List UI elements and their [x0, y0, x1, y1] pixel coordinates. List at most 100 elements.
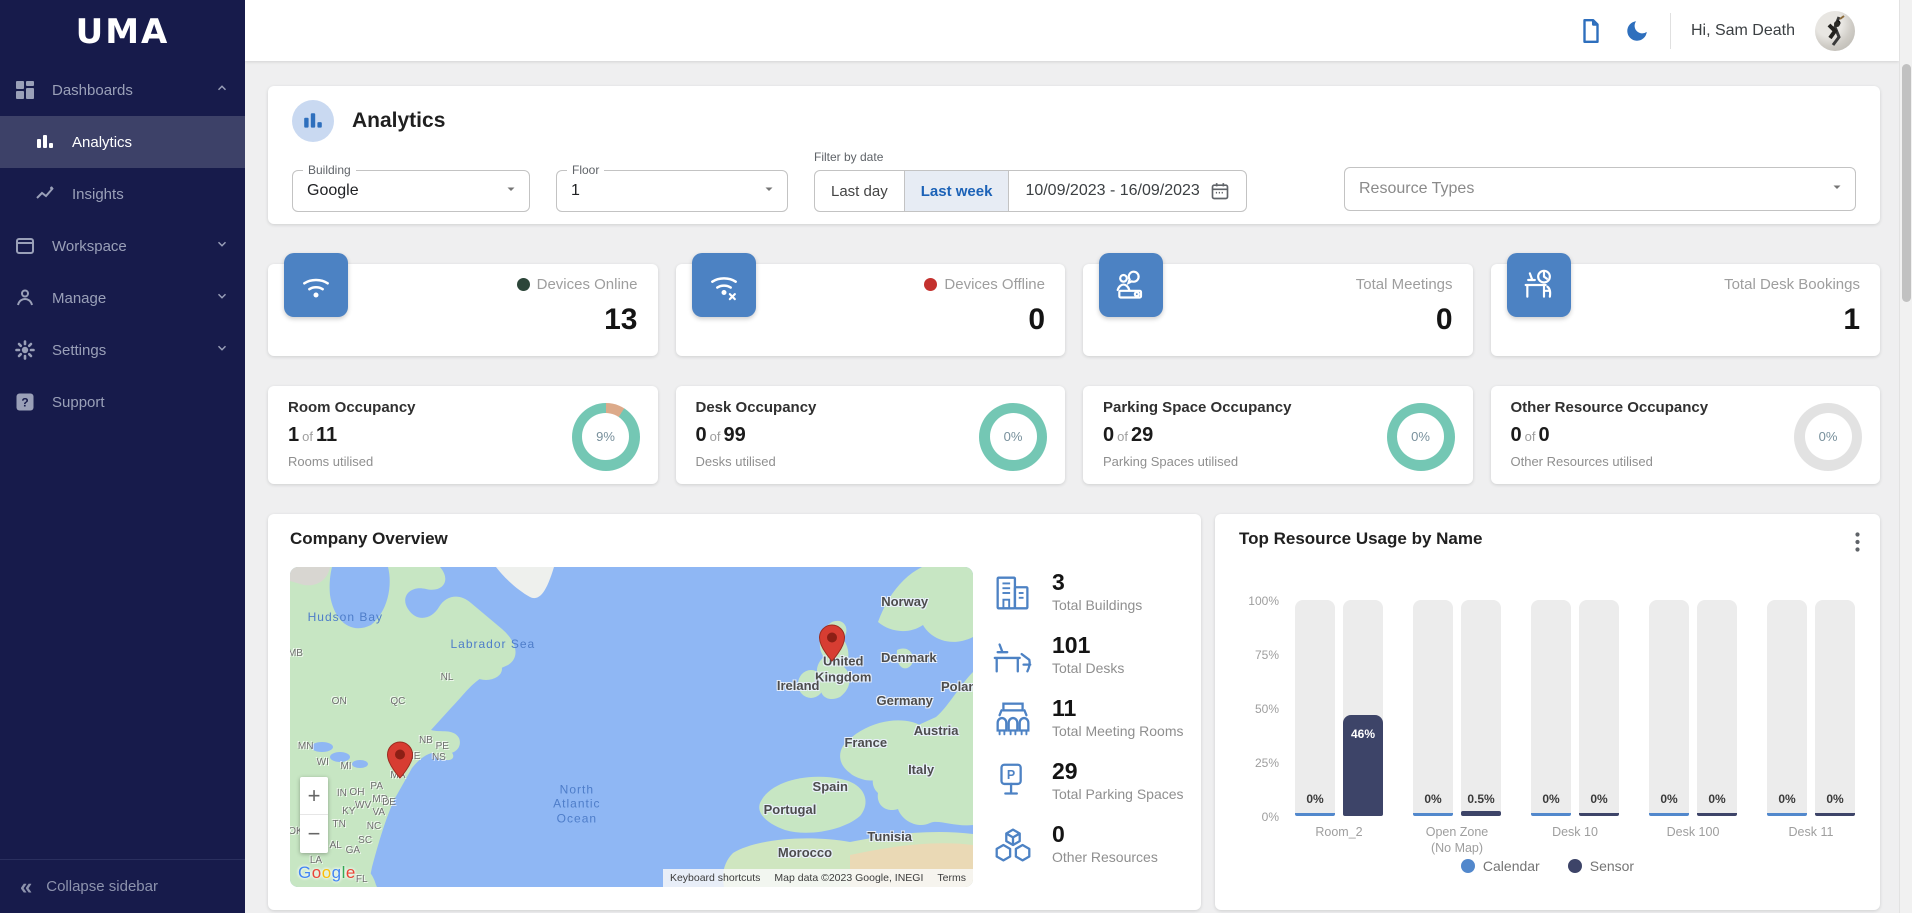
total-meetings-card: Total Meetings 0 — [1083, 253, 1473, 356]
sidebar-item-insights[interactable]: Insights — [0, 168, 245, 220]
bar-baseline — [1461, 813, 1501, 816]
last-week-button[interactable]: Last week — [903, 171, 1010, 211]
uma-logo: UMA — [75, 12, 170, 52]
keyboard-shortcuts-link[interactable]: Keyboard shortcuts — [662, 869, 768, 887]
page-scrollbar[interactable] — [1899, 0, 1912, 913]
stat-label: Devices Offline — [944, 276, 1045, 293]
bar-track: 0% — [1413, 600, 1453, 816]
parking-icon: P — [990, 759, 1036, 805]
world-map[interactable]: Hudson Bay Labrador Sea North Atlantic Ocean… — [290, 567, 973, 887]
chevron-down-icon — [763, 182, 775, 200]
scrollbar-thumb[interactable] — [1902, 64, 1911, 302]
bar-value-label: 0% — [1590, 792, 1608, 806]
bar-track: 0% — [1815, 600, 1855, 816]
floor-select[interactable]: Floor 1 — [556, 163, 788, 212]
topbar: Hi, Sam Death — [245, 0, 1899, 61]
analytics-filter-card: Analytics Building Google Floor 1 Filter… — [268, 86, 1880, 224]
y-tick: 75% — [1254, 648, 1279, 662]
y-tick: 50% — [1254, 702, 1279, 716]
sidebar-item-label: Workspace — [52, 237, 127, 255]
x-axis-category-label: Desk 100 — [1666, 825, 1720, 839]
resource-types-select[interactable]: Resource Types — [1344, 167, 1856, 211]
stat-label: Total Desks — [1052, 660, 1125, 677]
meeting-icon — [1099, 253, 1163, 317]
x-axis-category-label: Desk 11 — [1788, 825, 1834, 839]
collapse-sidebar-button[interactable]: « Collapse sidebar — [0, 859, 245, 913]
sidebar-item-workspace[interactable]: Workspace — [0, 220, 245, 272]
svg-text:?: ? — [21, 396, 28, 410]
page-title: Analytics — [352, 109, 446, 132]
y-tick: 0% — [1261, 810, 1279, 824]
sidebar-item-support[interactable]: ? Support — [0, 376, 245, 428]
stat-label: Total Meeting Rooms — [1052, 723, 1184, 740]
bar-baseline — [1531, 813, 1571, 816]
kebab-menu-icon[interactable] — [1851, 528, 1864, 561]
bar-track: 0% — [1649, 600, 1689, 816]
legend-item-calendar[interactable]: Calendar — [1460, 858, 1540, 874]
legend-item-sensor[interactable]: Sensor — [1567, 858, 1634, 874]
legend-dot — [1567, 859, 1582, 873]
bar-value-label: 0% — [1826, 792, 1844, 806]
building-select[interactable]: Building Google — [292, 163, 530, 212]
bar-baseline — [1413, 813, 1453, 816]
parking-occupancy-card: Parking Space Occupancy 0 of 29 Parking Sp… — [1083, 386, 1473, 484]
zoom-out-button[interactable]: − — [300, 815, 328, 853]
y-axis: 100% 75% 50% 25% 0% — [1239, 594, 1279, 824]
sidebar: UMA Dashboards Analytics Insights Worksp… — [0, 0, 245, 913]
date-filter-group: Filter by date Last day Last week 10/09/… — [814, 150, 1247, 212]
help-icon: ? — [14, 391, 36, 413]
bar-value-label: 0% — [1660, 792, 1678, 806]
map-pin-uk[interactable] — [819, 624, 846, 662]
date-filter-segmented: Last day Last week 10/09/2023 - 16/09/20… — [814, 170, 1247, 212]
device-stats-row: Devices Online 13 Devices Offline 0 Tota… — [268, 253, 1880, 356]
date-range-picker[interactable]: 10/09/2023 - 16/09/2023 — [1009, 171, 1245, 211]
chart-legend: Calendar Sensor — [1239, 858, 1856, 874]
occupancy-total: 29 — [1130, 424, 1154, 446]
bar-baseline — [1295, 813, 1335, 816]
other-resource-occupancy-card: Other Resource Occupancy 0 of 0 Other Reso… — [1490, 386, 1880, 484]
bar-baseline — [1697, 813, 1737, 816]
of-word: of — [1524, 429, 1536, 444]
bar-track: 0% — [1697, 600, 1737, 816]
calendar-icon — [1210, 181, 1230, 201]
manage-icon — [14, 287, 36, 309]
moon-icon[interactable] — [1624, 18, 1650, 44]
sidebar-item-manage[interactable]: Manage — [0, 272, 245, 324]
terms-link[interactable]: Terms — [930, 869, 973, 887]
room-occupancy-card: Room Occupancy 1 of 11 Rooms utilised 9% — [268, 386, 658, 484]
date-range-value: 10/09/2023 - 16/09/2023 — [1025, 182, 1200, 199]
last-day-button[interactable]: Last day — [815, 171, 904, 211]
occupancy-donut: 0% — [979, 402, 1047, 471]
company-overview-card: Company Overview Hudson Bay Labrador Sea… — [268, 514, 1201, 910]
list-item-parking: P 29 Total Parking Spaces — [990, 759, 1195, 805]
list-item-desks: 101 Total Desks — [990, 633, 1195, 679]
sidebar-item-settings[interactable]: Settings — [0, 324, 245, 376]
bar-value-label: 0% — [1542, 792, 1560, 806]
occupancy-title: Other Resource Occupancy — [1510, 399, 1709, 416]
floor-select-label: Floor — [567, 163, 605, 177]
y-tick: 100% — [1248, 594, 1279, 608]
map-pin-us[interactable] — [386, 741, 413, 779]
sidebar-item-dashboards[interactable]: Dashboards — [0, 64, 245, 116]
google-logo[interactable]: Google — [298, 863, 356, 883]
date-filter-label: Filter by date — [814, 150, 884, 164]
topbar-divider — [1669, 12, 1671, 49]
gear-icon — [14, 339, 36, 361]
occupancy-subtitle: Other Resources utilised — [1510, 454, 1653, 469]
sidebar-item-analytics[interactable]: Analytics — [0, 116, 245, 168]
document-icon[interactable] — [1578, 18, 1604, 44]
stat-label: Devices Online — [536, 276, 638, 293]
zoom-in-button[interactable]: + — [300, 777, 328, 815]
collapse-label: Collapse sidebar — [46, 878, 158, 895]
occupancy-donut: 9% — [571, 402, 640, 471]
avatar[interactable] — [1815, 10, 1855, 51]
dashboard-icon — [14, 79, 36, 101]
meeting-rooms-icon — [990, 696, 1036, 742]
chart-title: Top Resource Usage by Name — [1239, 529, 1483, 548]
occupancy-subtitle: Parking Spaces utilised — [1103, 454, 1239, 469]
svg-text:P: P — [1007, 768, 1015, 782]
stat-label: Total Buildings — [1052, 597, 1143, 614]
bar-group: 0% 0% Desk 10 — [1531, 600, 1619, 839]
occupancy-row: Room Occupancy 1 of 11 Rooms utilised 9% D… — [268, 386, 1880, 484]
desk-icon — [990, 633, 1036, 679]
